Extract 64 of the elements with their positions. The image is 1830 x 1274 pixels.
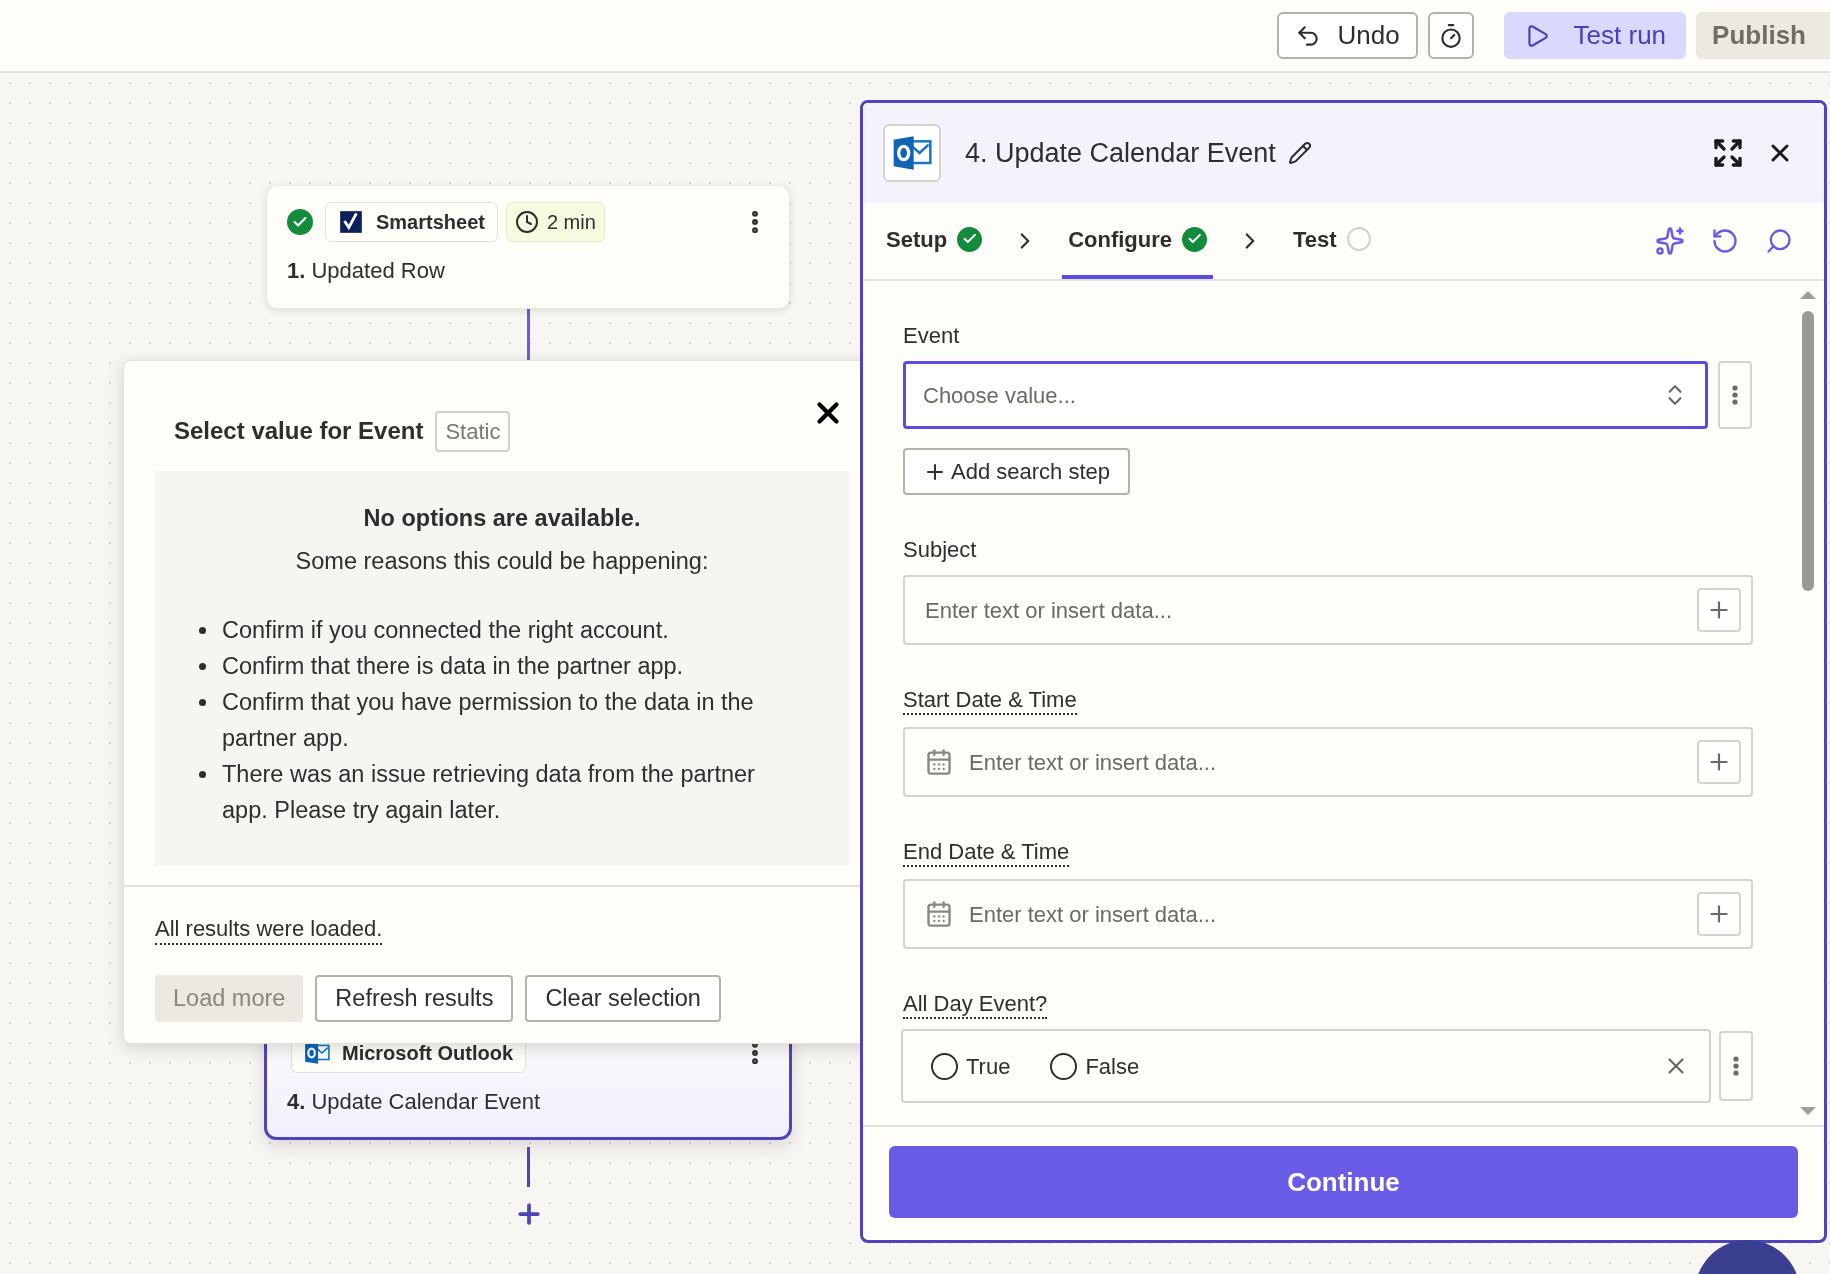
calendar-icon: [925, 748, 953, 776]
step-title: 4. Update Calendar Event: [287, 1088, 542, 1116]
reason-text: There was an issue retrieving data from the partner app. Please try again later.: [222, 759, 756, 825]
edit-icon[interactable]: [1287, 141, 1312, 165]
insert-data-button[interactable]: [1697, 740, 1741, 784]
popover-action-button[interactable]: Clear selection: [525, 975, 721, 1022]
step-tab[interactable]: Configure: [1062, 203, 1213, 279]
bullet-icon: [199, 662, 206, 670]
reason-text: Confirm if you connected the right account.: [222, 615, 669, 645]
continue-button[interactable]: Continue: [889, 1146, 1798, 1218]
clock-icon: [514, 210, 539, 234]
workflow-step-card[interactable]: Smartsheet 2 min 1. Updated Row: [266, 185, 790, 309]
more-icon: [1732, 385, 1738, 405]
connector-line: [527, 1147, 530, 1187]
popover-title: Select value for Event: [174, 416, 424, 446]
radio-option[interactable]: True: [931, 1049, 1011, 1083]
popover-action-button[interactable]: Refresh results: [315, 975, 514, 1022]
insert-data-button[interactable]: [1697, 892, 1741, 936]
panel-title: 4. Update Calendar Event: [965, 136, 1276, 170]
more-button[interactable]: [1719, 1031, 1753, 1101]
field-label: Start Date & Time: [903, 687, 1077, 715]
add-search-step-button[interactable]: Add search step: [903, 448, 1130, 495]
history-button[interactable]: [1427, 12, 1474, 59]
empty-heading: No options are available.: [362, 504, 642, 533]
publish-button[interactable]: Publish: [1696, 12, 1830, 59]
select-field[interactable]: Choose value...: [903, 361, 1708, 429]
bullet-icon: [199, 698, 206, 706]
more-button[interactable]: [1718, 361, 1752, 429]
bullet-icon: [199, 770, 206, 778]
text-input-field[interactable]: Enter text or insert data...: [903, 879, 1753, 949]
sparkle-icon[interactable]: [1655, 226, 1685, 256]
reason-text: Confirm that there is data in the partner app.: [222, 651, 684, 681]
calendar-icon: [925, 900, 953, 928]
more-icon: [1733, 1056, 1739, 1076]
radio-option[interactable]: False: [1050, 1049, 1140, 1083]
results-note: All results were loaded.: [155, 916, 383, 945]
empty-subheading: Some reasons this could be happening:: [294, 547, 710, 577]
refresh-icon[interactable]: [1711, 227, 1739, 255]
select-placeholder: Choose value...: [923, 381, 1077, 410]
text-input-field[interactable]: Enter text or insert data...: [903, 727, 1753, 797]
duration-chip: 2 min: [505, 202, 605, 242]
input-placeholder: Enter text or insert data...: [925, 596, 1173, 625]
test-run-button[interactable]: Test run: [1503, 12, 1687, 59]
app-logo-icon: [338, 209, 364, 235]
app-chip: Smartsheet: [325, 202, 498, 242]
field-label: Subject: [903, 537, 977, 563]
search-icon[interactable]: [1765, 227, 1793, 255]
field-label: All Day Event?: [903, 991, 1048, 1019]
field-label: End Date & Time: [903, 839, 1070, 867]
reason-text: Confirm that you have permission to the data in the partner app.: [222, 687, 755, 753]
input-placeholder: Enter text or insert data...: [969, 900, 1217, 929]
undo-button[interactable]: Undo: [1277, 12, 1418, 59]
expand-icon[interactable]: [1712, 137, 1744, 169]
input-placeholder: Enter text or insert data...: [969, 748, 1217, 777]
step-tab[interactable]: Setup: [880, 203, 989, 279]
step-tab[interactable]: Test: [1287, 203, 1377, 279]
static-tag: Static: [435, 410, 511, 452]
bullet-icon: [199, 626, 206, 634]
insert-data-button[interactable]: [1697, 588, 1741, 632]
app-logo-icon: [892, 133, 932, 173]
text-input-field[interactable]: Enter text or insert data...: [903, 575, 1753, 645]
field-label: Event: [903, 323, 960, 349]
step-title: 1. Updated Row: [287, 257, 446, 285]
connector-line: [527, 309, 530, 360]
